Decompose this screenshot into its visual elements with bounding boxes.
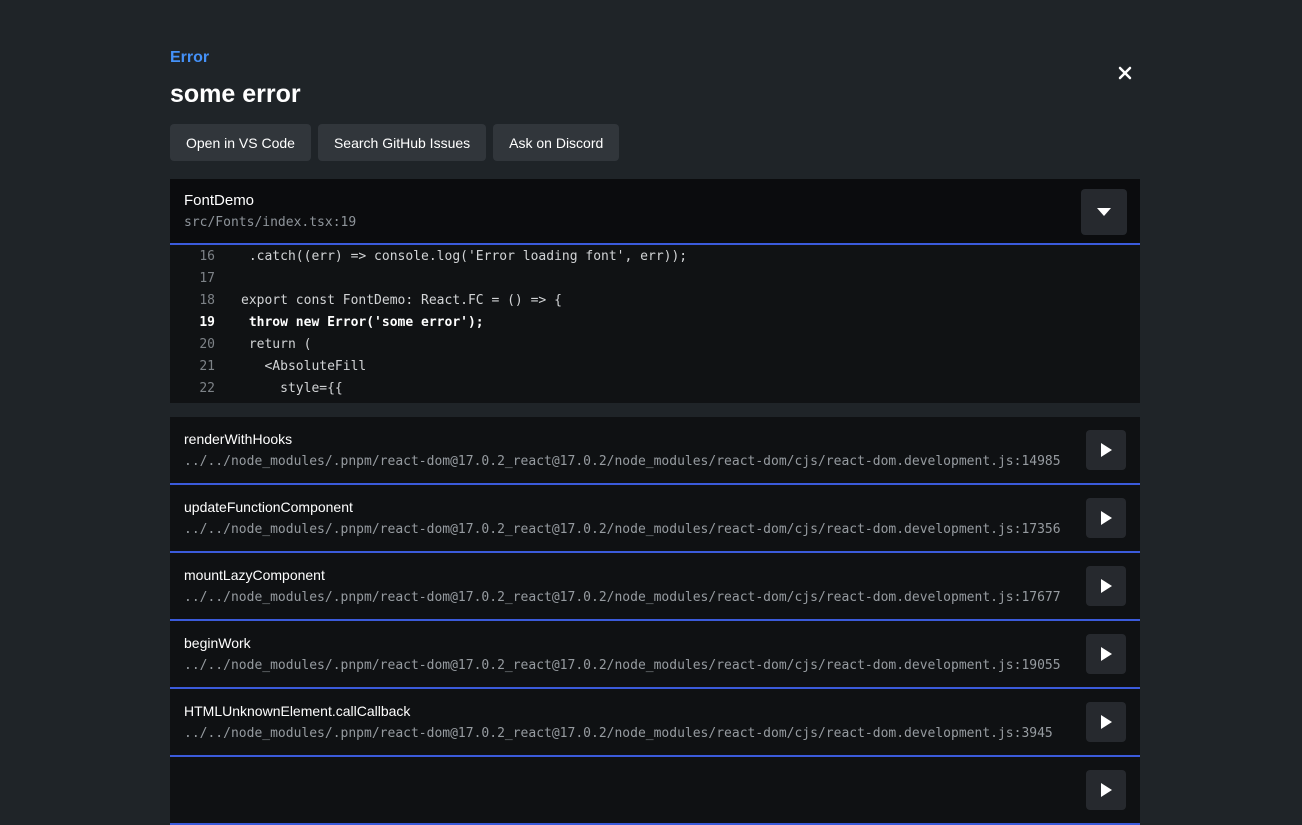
stack-frame-path: ../../node_modules/.pnpm/react-dom@17.0.…: [184, 590, 1070, 605]
code-line: 18 export const FontDemo: React.FC = () …: [170, 290, 1140, 312]
line-code: .catch((err) => console.log('Error loadi…: [241, 246, 687, 268]
stack-frame-function: renderWithHooks: [184, 431, 1070, 448]
triangle-right-icon: [1101, 783, 1112, 797]
code-line: 19 throw new Error('some error');: [170, 312, 1140, 334]
error-type-label: Error: [170, 49, 1140, 67]
stack-frame-function: mountLazyComponent: [184, 567, 1070, 584]
code-frame-location: src/Fonts/index.tsx:19: [184, 215, 1070, 231]
line-number: 21: [170, 356, 215, 378]
stack-frame-path: ../../node_modules/.pnpm/react-dom@17.0.…: [184, 658, 1070, 673]
code-line: 17: [170, 268, 1140, 290]
code-snippet: 16 .catch((err) => console.log('Error lo…: [170, 245, 1140, 403]
stack-frame-path: ../../node_modules/.pnpm/react-dom@17.0.…: [184, 726, 1070, 741]
triangle-right-icon: [1101, 511, 1112, 525]
line-code: return (: [241, 334, 311, 356]
triangle-right-icon: [1101, 443, 1112, 457]
open-stack-frame-button[interactable]: [1086, 430, 1126, 470]
line-code: <AbsoluteFill: [241, 356, 366, 378]
open-stack-frame-button[interactable]: [1086, 770, 1126, 810]
stack-frame: renderWithHooks ../../node_modules/.pnpm…: [170, 417, 1140, 485]
code-line: 20 return (: [170, 334, 1140, 356]
stack-frame: updateFunctionComponent ../../node_modul…: [170, 485, 1140, 553]
action-bar: Open in VS Code Search GitHub Issues Ask…: [170, 124, 1140, 161]
caret-down-icon: [1097, 208, 1111, 216]
code-frame-panel: FontDemo src/Fonts/index.tsx:19 16 .catc…: [170, 179, 1140, 403]
open-stack-frame-button[interactable]: [1086, 702, 1126, 742]
line-number: 20: [170, 334, 215, 356]
stack-frame-function: HTMLUnknownElement.callCallback: [184, 703, 1070, 720]
action-button[interactable]: Search GitHub Issues: [318, 124, 486, 161]
line-number: 17: [170, 268, 215, 290]
stack-frame: HTMLUnknownElement.callCallback ../../no…: [170, 689, 1140, 757]
stack-frame-function: beginWork: [184, 635, 1070, 652]
stack-frame-function: updateFunctionComponent: [184, 499, 1070, 516]
code-frame-function-name: FontDemo: [184, 192, 1070, 210]
open-stack-frame-button[interactable]: [1086, 498, 1126, 538]
line-code: style={{: [241, 378, 343, 400]
line-code: export const FontDemo: React.FC = () => …: [241, 290, 562, 312]
code-line: 16 .catch((err) => console.log('Error lo…: [170, 246, 1140, 268]
error-message-title: some error: [170, 81, 1140, 107]
triangle-right-icon: [1101, 579, 1112, 593]
triangle-right-icon: [1101, 715, 1112, 729]
stack-frame-path: ../../node_modules/.pnpm/react-dom@17.0.…: [184, 454, 1070, 469]
action-button[interactable]: Ask on Discord: [493, 124, 619, 161]
stack-trace-list: renderWithHooks ../../node_modules/.pnpm…: [170, 417, 1140, 825]
error-content: Error some error Open in VS Code Search …: [170, 0, 1140, 825]
line-number: 16: [170, 246, 215, 268]
stack-frame: mountLazyComponent ../../node_modules/.p…: [170, 553, 1140, 621]
line-number: 19: [170, 312, 215, 334]
triangle-right-icon: [1101, 647, 1112, 661]
stack-frame: beginWork ../../node_modules/.pnpm/react…: [170, 621, 1140, 689]
collapse-code-frame-button[interactable]: [1081, 189, 1127, 235]
line-number: 22: [170, 378, 215, 400]
stack-frame: [170, 757, 1140, 825]
line-code: throw new Error('some error');: [241, 312, 484, 334]
code-line: 22 style={{: [170, 378, 1140, 400]
code-frame-header: FontDemo src/Fonts/index.tsx:19: [170, 179, 1140, 245]
open-stack-frame-button[interactable]: [1086, 566, 1126, 606]
open-stack-frame-button[interactable]: [1086, 634, 1126, 674]
code-line: 21 <AbsoluteFill: [170, 356, 1140, 378]
action-button[interactable]: Open in VS Code: [170, 124, 311, 161]
stack-frame-path: ../../node_modules/.pnpm/react-dom@17.0.…: [184, 522, 1070, 537]
line-number: 18: [170, 290, 215, 312]
